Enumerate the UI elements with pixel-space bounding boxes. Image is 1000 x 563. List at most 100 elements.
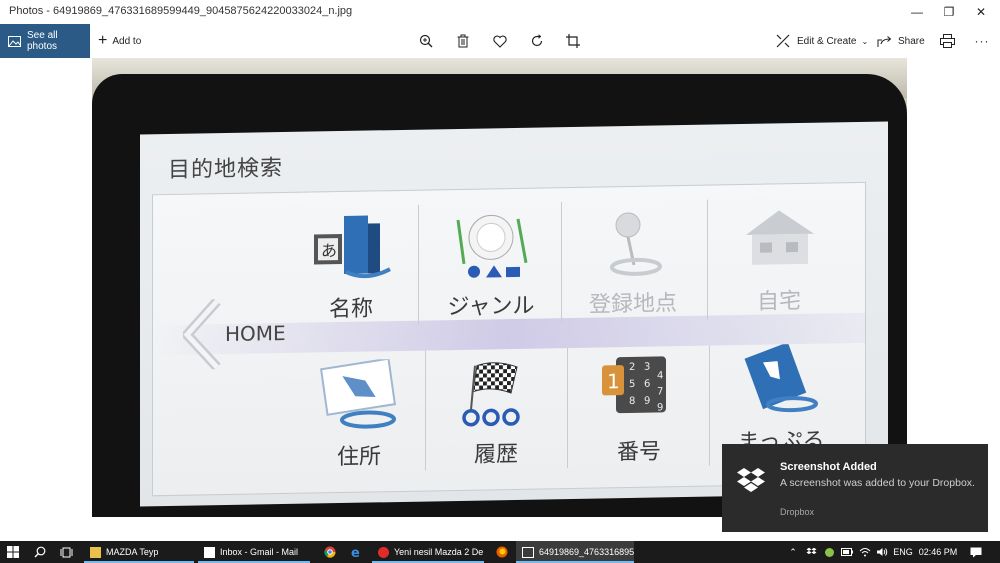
tile-label: ジャンル bbox=[447, 292, 535, 320]
screen-title: 目的地検索 bbox=[168, 155, 284, 183]
home-button[interactable]: HOME bbox=[183, 298, 286, 370]
mail-icon bbox=[204, 546, 215, 558]
firefox-icon[interactable] bbox=[490, 541, 514, 563]
house-icon bbox=[746, 210, 814, 265]
share-button[interactable]: Share bbox=[877, 24, 925, 58]
window-title: Photos - 64919869_476331689599449_904587… bbox=[9, 5, 353, 17]
tile-mapple[interactable]: まっぷる bbox=[721, 342, 841, 456]
taskbar: MAZDA Teyp Inbox - Gmail - Mail e Yeni n… bbox=[0, 541, 1000, 563]
svg-text:e: e bbox=[351, 546, 360, 558]
notification-center-icon[interactable] bbox=[966, 541, 986, 563]
pad-digit: 8 bbox=[629, 396, 635, 407]
tile-label: 登録地点 bbox=[588, 290, 677, 317]
edit-create-label: Edit & Create bbox=[797, 35, 857, 47]
dinner-plate-icon bbox=[456, 214, 528, 278]
app-tray-icon[interactable] bbox=[821, 541, 837, 563]
maximize-button[interactable]: ❐ bbox=[931, 0, 967, 24]
print-icon[interactable] bbox=[937, 32, 957, 50]
tile-genre[interactable]: ジャンル bbox=[431, 208, 551, 321]
clock[interactable]: 02:46 PM bbox=[918, 541, 958, 563]
command-bar: See all photos + Add to Edit & Create ⌄ … bbox=[0, 24, 1000, 58]
photos-icon bbox=[522, 546, 534, 558]
more-options-icon[interactable]: ··· bbox=[972, 32, 992, 50]
tile-label: 自宅 bbox=[756, 287, 801, 314]
delete-icon[interactable] bbox=[453, 32, 473, 50]
building-icon: あ bbox=[314, 215, 391, 279]
photos-icon bbox=[8, 35, 21, 47]
pad-digit: 9 bbox=[644, 396, 650, 407]
svg-text:あ: あ bbox=[321, 241, 337, 260]
windows-icon bbox=[7, 546, 19, 558]
dropbox-tray-icon[interactable] bbox=[803, 541, 819, 563]
edit-create-button[interactable]: Edit & Create ⌄ bbox=[776, 24, 868, 58]
taskbar-item-label: Inbox - Gmail - Mail bbox=[220, 547, 299, 557]
guidebook-icon bbox=[744, 342, 818, 413]
see-all-photos-button[interactable]: See all photos bbox=[0, 24, 90, 58]
chevron-up-icon[interactable]: ⌃ bbox=[786, 541, 800, 563]
taskbar-item-mazda-teyp[interactable]: MAZDA Teyp bbox=[84, 541, 194, 563]
pad-digit: 2 bbox=[629, 362, 635, 373]
task-view-icon[interactable] bbox=[54, 541, 78, 563]
notification-title: Screenshot Added bbox=[780, 461, 877, 473]
add-to-button[interactable]: + Add to bbox=[98, 24, 141, 58]
search-icon[interactable] bbox=[28, 541, 52, 563]
notification-body: A screenshot was added to your Dropbox. bbox=[780, 477, 975, 489]
close-button[interactable]: ✕ bbox=[963, 0, 999, 24]
number-pad-icon: 2 3 5 6 8 9 4 7 9 1 bbox=[602, 356, 666, 414]
pad-digit: 7 bbox=[657, 386, 663, 397]
tile-number[interactable]: 2 3 5 6 8 9 4 7 9 1 番号 bbox=[579, 354, 699, 467]
edit-create-icon bbox=[776, 34, 790, 48]
tile-address[interactable]: 住所 bbox=[299, 357, 419, 472]
battery-icon[interactable] bbox=[839, 541, 855, 563]
pad-digit: 1 bbox=[607, 369, 620, 393]
taskbar-item-label: 64919869_4763316895... bbox=[539, 547, 634, 557]
tile-label: 番号 bbox=[616, 438, 661, 465]
plus-icon: + bbox=[98, 32, 108, 49]
volume-icon[interactable] bbox=[874, 541, 890, 563]
pad-digit: 3 bbox=[644, 362, 650, 373]
taskbar-item-mail[interactable]: Inbox - Gmail - Mail bbox=[198, 541, 310, 563]
taskbar-item-label: MAZDA Teyp bbox=[106, 547, 159, 557]
tile-registered-points[interactable]: 登録地点 bbox=[573, 206, 693, 319]
tile-history[interactable]: 履歴 bbox=[436, 356, 556, 469]
favorite-icon[interactable] bbox=[490, 32, 510, 50]
pad-digit: 9 bbox=[657, 402, 663, 413]
language-indicator[interactable]: ENG bbox=[892, 541, 914, 563]
opera-icon bbox=[378, 546, 389, 558]
minimize-button[interactable]: — bbox=[899, 0, 935, 24]
taskbar-item-photos[interactable]: 64919869_4763316895... bbox=[516, 541, 634, 563]
edge-icon[interactable]: e bbox=[344, 541, 368, 563]
taskbar-item-label: Yeni nesil Mazda 2 De... bbox=[394, 547, 484, 557]
tile-label: 住所 bbox=[336, 443, 381, 470]
start-button[interactable] bbox=[0, 541, 26, 563]
folder-icon bbox=[90, 546, 101, 558]
pin-icon bbox=[610, 212, 662, 276]
chevron-down-icon: ⌄ bbox=[861, 36, 869, 46]
checkered-flag-icon bbox=[462, 362, 520, 427]
share-icon bbox=[877, 35, 892, 47]
wifi-icon[interactable] bbox=[857, 541, 873, 563]
zoom-icon[interactable] bbox=[416, 32, 436, 50]
divider bbox=[709, 345, 710, 466]
dropbox-notification[interactable]: Screenshot Added A screenshot was added … bbox=[722, 444, 988, 532]
add-to-label: Add to bbox=[112, 35, 142, 47]
title-bar: Photos - 64919869_476331689599449_904587… bbox=[0, 0, 1000, 24]
pad-digit: 6 bbox=[644, 379, 650, 390]
tile-label: 名称 bbox=[328, 295, 373, 322]
crop-icon[interactable] bbox=[563, 32, 583, 50]
divider bbox=[561, 202, 562, 323]
pad-digit: 5 bbox=[629, 379, 635, 390]
home-label: HOME bbox=[225, 320, 286, 347]
rotate-icon[interactable] bbox=[527, 32, 547, 50]
map-icon bbox=[320, 357, 396, 429]
divider bbox=[418, 204, 419, 325]
divider bbox=[707, 199, 708, 320]
dropbox-icon bbox=[737, 468, 765, 492]
tile-home[interactable]: 自宅 bbox=[719, 203, 839, 316]
tile-label: 履歴 bbox=[473, 440, 518, 467]
chrome-icon[interactable] bbox=[318, 541, 342, 563]
divider bbox=[567, 348, 568, 469]
tile-name[interactable]: あ 名称 bbox=[291, 211, 411, 324]
chevron-left-icon bbox=[183, 299, 221, 370]
taskbar-item-opera[interactable]: Yeni nesil Mazda 2 De... bbox=[372, 541, 484, 563]
